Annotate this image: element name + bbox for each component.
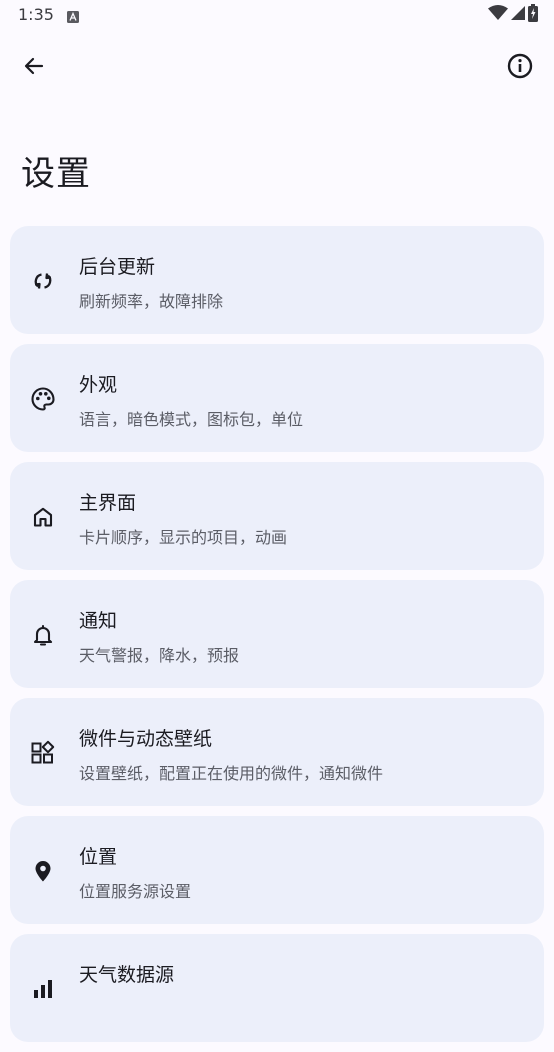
status-time: 1:35 xyxy=(18,5,54,24)
battery-icon xyxy=(528,4,538,26)
settings-item-subtitle: 卡片顺序，显示的项目，动画 xyxy=(79,528,288,547)
arrow-back-icon xyxy=(22,54,46,82)
settings-item-title: 微件与动态壁纸 xyxy=(79,728,213,750)
home-icon xyxy=(30,504,56,530)
settings-item-title: 主界面 xyxy=(79,492,137,514)
settings-item-subtitle: 位置服务源设置 xyxy=(79,882,192,901)
status-bar: 1:35 xyxy=(0,0,554,32)
bell-icon xyxy=(30,622,56,648)
palette-icon xyxy=(30,386,56,412)
settings-item-title: 后台更新 xyxy=(79,256,156,278)
sync-icon xyxy=(30,268,56,294)
settings-item-notifications[interactable]: 通知 天气警报，降水，预报 xyxy=(10,580,544,688)
settings-item-subtitle: 语言，暗色模式，图标包，单位 xyxy=(79,410,304,429)
info-icon xyxy=(506,52,534,84)
back-button[interactable] xyxy=(16,50,52,86)
settings-item-title: 外观 xyxy=(79,374,118,396)
settings-item-appearance[interactable]: 外观 语言，暗色模式，图标包，单位 xyxy=(10,344,544,452)
settings-item-title: 天气数据源 xyxy=(79,964,175,986)
settings-item-location[interactable]: 位置 位置服务源设置 xyxy=(10,816,544,924)
status-icons xyxy=(488,4,538,26)
settings-item-weather-source[interactable]: 天气数据源 xyxy=(10,934,544,1042)
settings-item-main-screen[interactable]: 主界面 卡片顺序，显示的项目，动画 xyxy=(10,462,544,570)
settings-item-background-update[interactable]: 后台更新 刷新频率，故障排除 xyxy=(10,226,544,334)
chart-icon xyxy=(30,976,56,1002)
settings-item-title: 位置 xyxy=(79,846,118,868)
page-title: 设置 xyxy=(21,154,91,194)
signal-icon xyxy=(510,5,526,25)
info-button[interactable] xyxy=(502,50,538,86)
location-pin-icon xyxy=(30,858,56,884)
wifi-icon xyxy=(488,5,508,25)
widgets-icon xyxy=(30,740,56,766)
settings-item-subtitle: 天气警报，降水，预报 xyxy=(79,646,240,665)
settings-list: 后台更新 刷新频率，故障排除 外观 语言，暗色模式，图标包，单位 主界面 卡片顺… xyxy=(10,226,544,1052)
a-icon xyxy=(67,8,79,23)
settings-item-widgets-wallpaper[interactable]: 微件与动态壁纸 设置壁纸，配置正在使用的微件，通知微件 xyxy=(10,698,544,806)
settings-item-subtitle: 设置壁纸，配置正在使用的微件，通知微件 xyxy=(79,764,384,783)
settings-item-subtitle: 刷新频率，故障排除 xyxy=(79,292,224,311)
settings-item-title: 通知 xyxy=(79,610,118,632)
